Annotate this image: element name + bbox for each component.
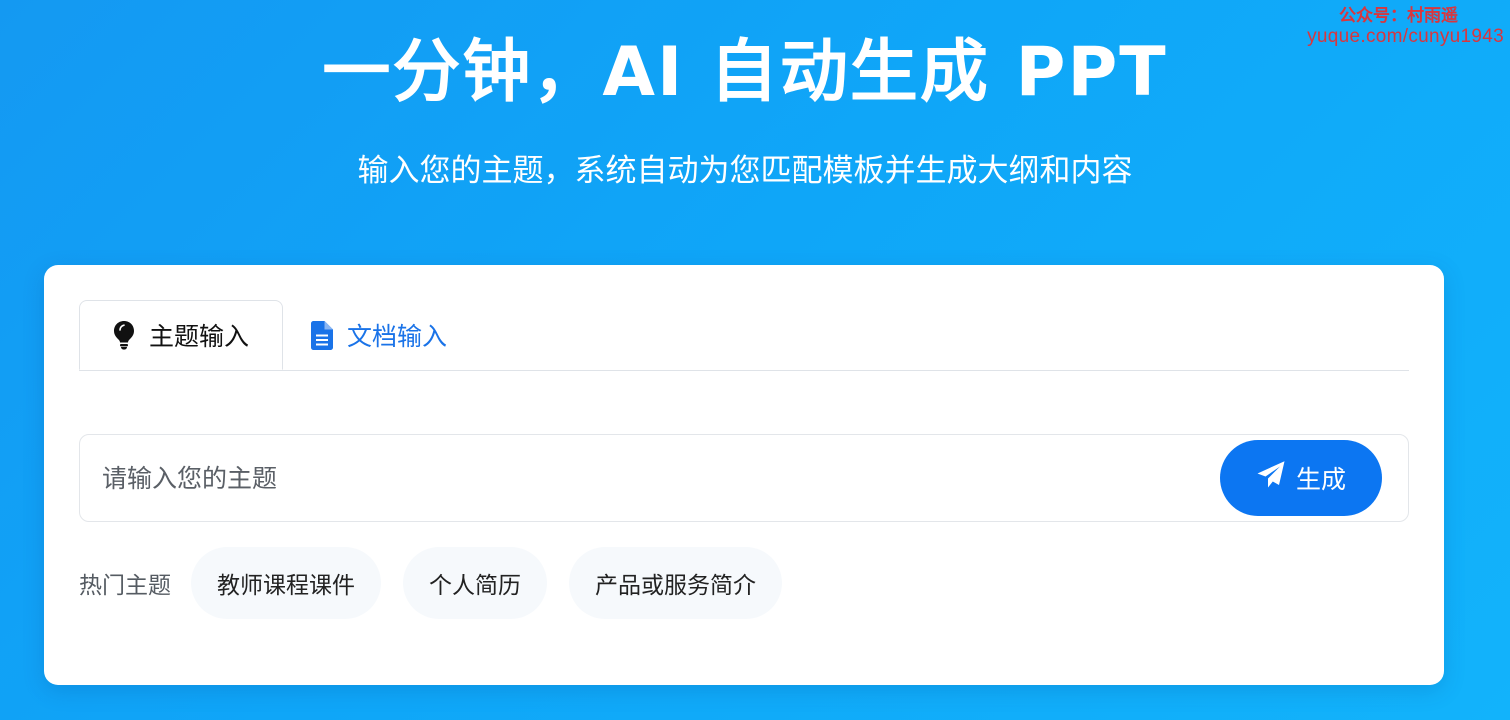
tab-document-input[interactable]: 文档输入: [311, 300, 447, 370]
input-mode-tabs: 主题输入 文档输入: [79, 300, 1409, 371]
topic-input[interactable]: [80, 435, 1200, 521]
page-title: 一分钟，AI 自动生成 PPT: [322, 33, 1168, 112]
hot-topic-chip[interactable]: 教师课程课件: [191, 547, 381, 619]
generate-button[interactable]: 生成: [1220, 440, 1382, 516]
tab-topic-input[interactable]: 主题输入: [79, 300, 283, 370]
tab-topic-input-label: 主题输入: [148, 322, 249, 351]
document-icon: [311, 320, 333, 350]
page-subtitle: 输入您的主题，系统自动为您匹配模板并生成大纲和内容: [357, 153, 1133, 189]
lightbulb-icon: [113, 320, 135, 350]
topic-search-box: 生成: [79, 434, 1409, 522]
hot-topic-chip[interactable]: 个人简历: [403, 547, 547, 619]
tab-document-input-label: 文档输入: [347, 322, 448, 351]
hero: 一分钟，AI 自动生成 PPT 输入您的主题，系统自动为您匹配模板并生成大纲和内…: [0, 30, 1490, 194]
generate-button-label: 生成: [1295, 465, 1346, 494]
hot-topics-label: 热门主题: [79, 573, 171, 599]
input-card: 主题输入 文档输入 生成: [44, 265, 1444, 685]
watermark-account: 公众号：村雨遥: [1339, 6, 1458, 25]
hot-topic-chip[interactable]: 产品或服务简介: [569, 547, 782, 619]
paper-plane-icon: [1256, 460, 1286, 496]
hot-topics: 热门主题 教师课程课件 个人简历 产品或服务简介: [79, 547, 804, 619]
